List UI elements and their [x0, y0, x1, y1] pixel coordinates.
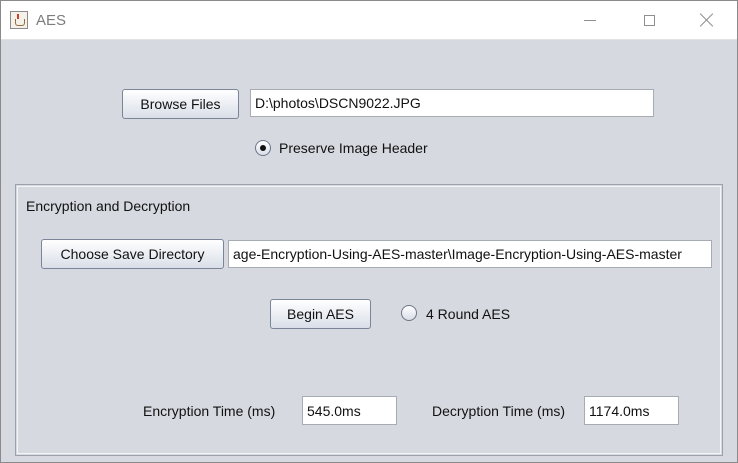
preserve-header-label: Preserve Image Header: [279, 140, 428, 156]
panel-title: Encryption and Decryption: [26, 198, 191, 214]
title-bar: AES: [1, 1, 737, 40]
four-round-aes-label: 4 Round AES: [426, 306, 511, 322]
decryption-time-label: Decryption Time (ms): [432, 403, 566, 419]
four-round-aes-radio[interactable]: [401, 305, 417, 321]
encryption-time-label: Encryption Time (ms): [143, 403, 276, 419]
minimize-icon: [584, 19, 596, 21]
close-icon: [699, 12, 715, 28]
file-path-field[interactable]: D:\photos\DSCN9022.JPG: [250, 89, 654, 117]
choose-save-directory-button[interactable]: Choose Save Directory: [41, 239, 224, 269]
save-directory-field[interactable]: age-Encryption-Using-AES-master\Image-En…: [228, 240, 712, 268]
java-cup-icon: [10, 11, 28, 29]
browse-files-button[interactable]: Browse Files: [122, 89, 239, 119]
decryption-time-field[interactable]: 1174.0ms: [584, 396, 679, 425]
encryption-time-field[interactable]: 545.0ms: [302, 396, 397, 425]
maximize-icon: [643, 14, 655, 26]
aes-window: AES Browse Files D:\photos\DSCN9022.JPG …: [0, 0, 738, 463]
radio-selected-dot: [260, 145, 266, 151]
maximize-button[interactable]: [626, 1, 672, 39]
preserve-header-radio[interactable]: [255, 140, 271, 156]
begin-aes-button[interactable]: Begin AES: [270, 299, 371, 329]
minimize-button[interactable]: [567, 1, 613, 39]
close-button[interactable]: [684, 1, 730, 39]
window-title: AES: [36, 12, 67, 29]
